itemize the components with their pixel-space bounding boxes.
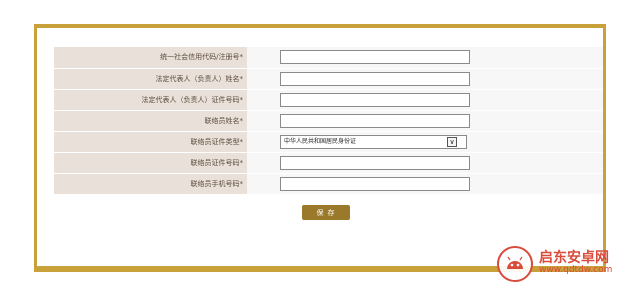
liaison-name-input[interactable] xyxy=(280,113,470,128)
credit-code-input[interactable] xyxy=(280,50,470,65)
form-row-credit-code: 统一社会信用代码/注册号* xyxy=(54,47,603,69)
form-row-liaison-id-number: 联络员证件号码* xyxy=(54,152,603,174)
watermark-text: 启东安卓网 www.qdtdw.com xyxy=(539,249,613,276)
liaison-phone-label: 联络员手机号码* xyxy=(54,173,247,195)
save-button[interactable]: 保 存 xyxy=(302,205,350,220)
liaison-id-number-cell xyxy=(247,152,603,174)
android-robot-icon xyxy=(507,256,523,269)
liaison-id-type-cell: 中华人民共和国居民身份证 ∨ xyxy=(247,131,603,153)
liaison-phone-input[interactable] xyxy=(280,176,470,191)
liaison-id-type-label: 联络员证件类型* xyxy=(54,131,247,153)
credit-code-label: 统一社会信用代码/注册号* xyxy=(54,47,247,69)
liaison-name-cell xyxy=(247,110,603,132)
legal-rep-name-label: 法定代表人（负责人）姓名* xyxy=(54,68,247,90)
form-row-legal-rep-name: 法定代表人（负责人）姓名* xyxy=(54,68,603,90)
form-row-liaison-id-type: 联络员证件类型* 中华人民共和国居民身份证 ∨ xyxy=(54,131,603,153)
liaison-id-number-label: 联络员证件号码* xyxy=(54,152,247,174)
registration-form: 统一社会信用代码/注册号* 法定代表人（负责人）姓名* 法定代表人（负责人）证件… xyxy=(54,47,603,195)
legal-rep-id-input[interactable] xyxy=(280,92,470,107)
liaison-phone-cell xyxy=(247,173,603,195)
liaison-name-label: 联络员姓名* xyxy=(54,110,247,132)
legal-rep-id-label: 法定代表人（负责人）证件号码* xyxy=(54,89,247,111)
watermark-url: www.qdtdw.com xyxy=(539,265,613,276)
liaison-id-type-value: 中华人民共和国居民身份证 xyxy=(284,137,357,145)
liaison-id-number-input[interactable] xyxy=(280,155,470,170)
legal-rep-name-input[interactable] xyxy=(280,71,470,86)
android-logo-icon xyxy=(497,245,533,282)
form-row-legal-rep-id: 法定代表人（负责人）证件号码* xyxy=(54,89,603,111)
liaison-id-type-select[interactable]: 中华人民共和国居民身份证 ∨ xyxy=(280,134,467,149)
legal-rep-id-cell xyxy=(247,89,603,111)
form-row-liaison-name: 联络员姓名* xyxy=(54,110,603,132)
watermark-title: 启东安卓网 xyxy=(539,249,609,266)
credit-code-cell xyxy=(247,47,603,69)
watermark: 启东安卓网 www.qdtdw.com xyxy=(497,242,640,285)
legal-rep-name-cell xyxy=(247,68,603,90)
form-row-liaison-phone: 联络员手机号码* xyxy=(54,173,603,195)
chevron-down-icon[interactable]: ∨ xyxy=(447,136,457,147)
